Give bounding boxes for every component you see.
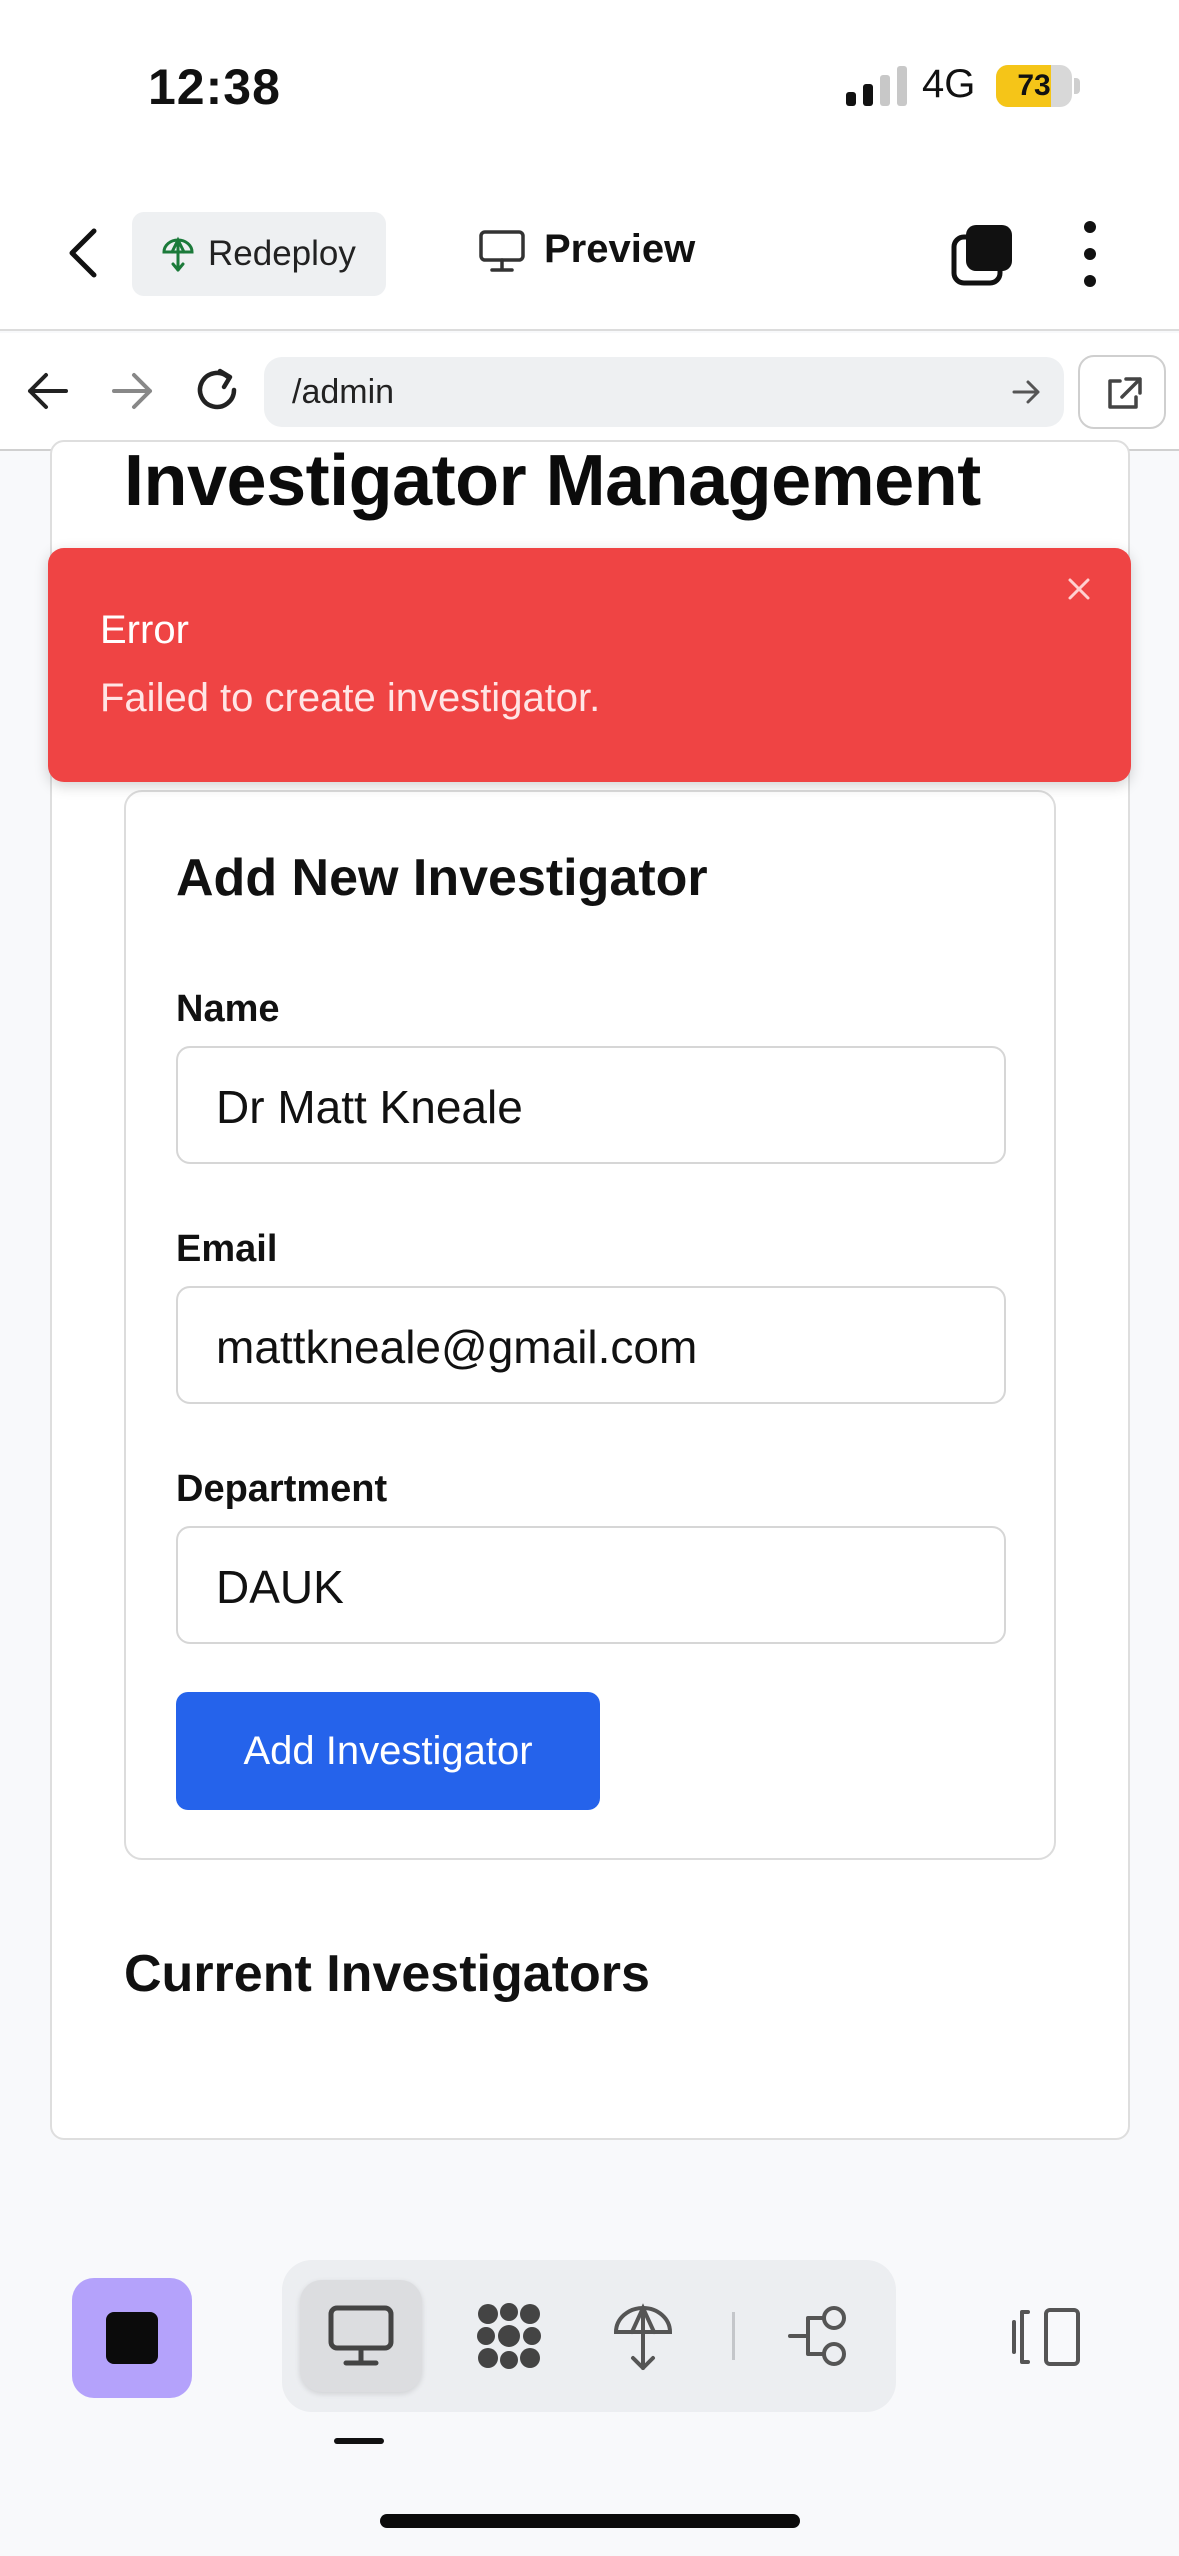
go-arrow-icon[interactable] <box>1010 377 1044 407</box>
battery-percent: 73 <box>1017 69 1051 102</box>
active-tab-indicator <box>334 2438 384 2444</box>
stop-button[interactable] <box>72 2278 192 2398</box>
reload-icon[interactable] <box>190 363 244 417</box>
arrow-right-icon[interactable] <box>108 369 156 413</box>
preview-label: Preview <box>544 227 696 271</box>
status-bar: 12:38 4G 73 <box>0 0 1179 175</box>
chevron-left-icon[interactable] <box>60 225 110 281</box>
department-input[interactable]: DAUK <box>176 1526 1006 1644</box>
signal-strength-icon <box>846 66 907 106</box>
toast-message: Failed to create investigator. <box>100 676 601 720</box>
arrow-left-icon[interactable] <box>24 369 72 413</box>
url-bar[interactable]: /admin <box>264 357 1064 427</box>
dock-item-cluster[interactable] <box>448 2280 570 2392</box>
url-text: /admin <box>292 373 395 411</box>
dock-divider <box>732 2312 735 2360</box>
redeploy-button[interactable]: Redeploy <box>132 212 386 296</box>
app-toolbar: Redeploy Preview <box>0 175 1179 331</box>
status-time: 12:38 <box>148 59 281 115</box>
name-input-value: Dr Matt Kneale <box>216 1081 523 1133</box>
email-input-value: mattkneale@gmail.com <box>216 1321 698 1373</box>
external-link-icon <box>1108 377 1142 409</box>
name-input[interactable]: Dr Matt Kneale <box>176 1046 1006 1164</box>
toast-title: Error <box>100 608 189 652</box>
tabs-icon[interactable] <box>950 223 1014 287</box>
browser-bar: /admin <box>0 333 1179 451</box>
stop-icon <box>106 2312 158 2364</box>
email-label: Email <box>176 1228 278 1270</box>
cluster-icon <box>477 2303 541 2369</box>
dock-item-preview[interactable] <box>300 2280 422 2392</box>
deploy-icon <box>162 236 194 272</box>
open-external-button[interactable] <box>1078 355 1166 429</box>
workflow-icon <box>788 2306 846 2366</box>
department-input-value: DAUK <box>216 1561 344 1613</box>
panel-toggle-icon[interactable] <box>1010 2306 1082 2368</box>
add-investigator-button[interactable]: Add Investigator <box>176 1692 600 1810</box>
name-label: Name <box>176 988 280 1030</box>
current-investigators-heading: Current Investigators <box>124 1945 650 2003</box>
redeploy-label: Redeploy <box>208 234 356 273</box>
battery-icon: 73 <box>996 65 1080 107</box>
page-title: Investigator Management <box>124 441 981 521</box>
dock-item-deploy[interactable] <box>582 2280 704 2392</box>
add-investigator-label: Add Investigator <box>243 1729 533 1773</box>
deploy-icon <box>613 2303 673 2370</box>
add-investigator-form: Add New Investigator Name Dr Matt Kneale… <box>124 790 1056 1860</box>
form-title: Add New Investigator <box>176 849 708 907</box>
dock-item-workflow[interactable] <box>760 2280 882 2392</box>
monitor-icon <box>328 2305 394 2366</box>
kebab-menu-icon[interactable] <box>1070 217 1110 291</box>
close-icon[interactable] <box>1064 574 1094 604</box>
monitor-icon <box>479 230 525 272</box>
error-toast: Error Failed to create investigator. <box>48 548 1131 782</box>
bottom-dock <box>282 2260 896 2412</box>
network-type: 4G <box>922 62 976 106</box>
email-input[interactable]: mattkneale@gmail.com <box>176 1286 1006 1404</box>
home-indicator <box>380 2514 800 2528</box>
department-label: Department <box>176 1468 388 1510</box>
